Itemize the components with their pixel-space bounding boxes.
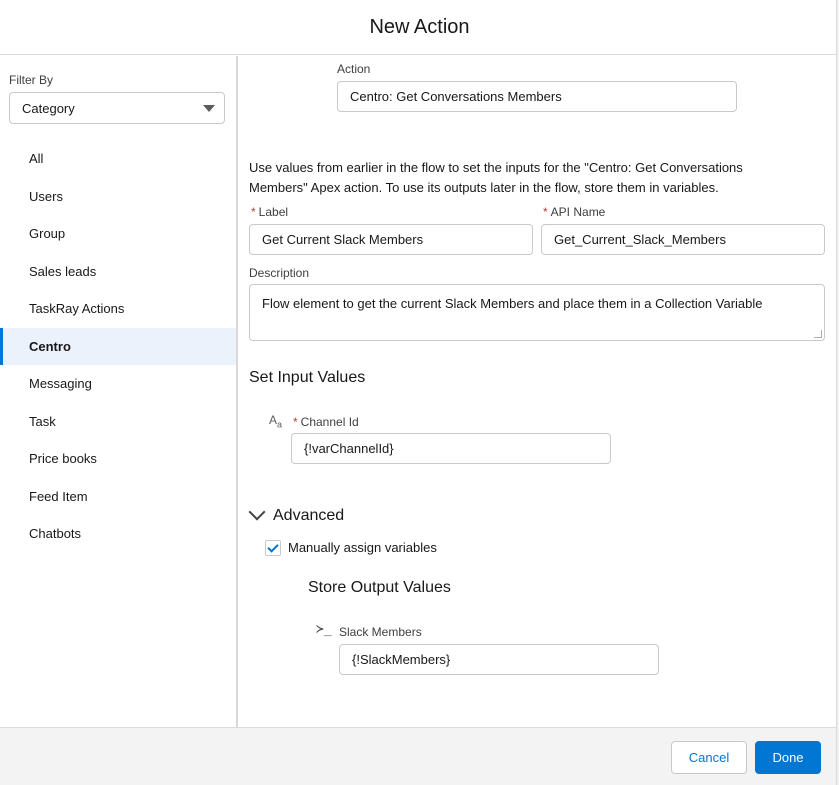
channel-id-field[interactable]: {!varChannelId} [291, 433, 611, 464]
channel-id-label: * Channel Id [293, 415, 359, 429]
required-marker: * [293, 415, 298, 429]
modal-header: New Action [0, 0, 839, 55]
category-item-messaging[interactable]: Messaging [0, 365, 236, 403]
slack-members-field[interactable]: {!SlackMembers} [339, 644, 659, 675]
category-item-taskray-actions[interactable]: TaskRay Actions [0, 290, 236, 328]
category-item-users[interactable]: Users [0, 178, 236, 216]
manual-assign-checkbox[interactable] [265, 540, 281, 556]
description-value: Flow element to get the current Slack Me… [262, 296, 763, 311]
action-form: Action Centro: Get Conversations Members… [240, 56, 836, 727]
chevron-down-icon [203, 105, 215, 112]
api-name-field[interactable]: Get_Current_Slack_Members [541, 224, 825, 255]
category-item-chatbots[interactable]: Chatbots [0, 515, 236, 553]
instructions-text: Use values from earlier in the flow to s… [249, 160, 743, 195]
store-output-values-title: Store Output Values [308, 579, 451, 596]
required-marker: * [543, 205, 548, 219]
category-item-feed-item[interactable]: Feed Item [0, 478, 236, 516]
text-type-icon: Aa [269, 413, 283, 430]
modal-title: New Action [369, 15, 470, 38]
category-item-price-books[interactable]: Price books [0, 440, 236, 478]
filter-by-value: Category [22, 100, 75, 116]
check-icon [267, 541, 279, 553]
action-field[interactable]: Centro: Get Conversations Members [337, 81, 737, 112]
category-list: All Users Group Sales leads TaskRay Acti… [0, 140, 236, 553]
api-name-label: * API Name [543, 205, 606, 219]
modal-footer: Cancel Done [0, 727, 836, 785]
category-item-sales-leads[interactable]: Sales leads [0, 253, 236, 291]
label-field-label: * Label [251, 205, 289, 219]
category-sidebar: Filter By Category All Users Group Sales… [0, 56, 238, 727]
output-variable-icon: ≻_ [316, 622, 332, 637]
manual-assign-label: Manually assign variables [288, 540, 437, 555]
resize-handle-icon[interactable] [814, 330, 822, 338]
description-label: Description [249, 266, 310, 280]
description-field[interactable]: Flow element to get the current Slack Me… [249, 284, 825, 341]
category-item-task[interactable]: Task [0, 403, 236, 441]
cancel-button[interactable]: Cancel [671, 741, 747, 774]
label-field[interactable]: Get Current Slack Members [249, 224, 533, 255]
filter-by-label: Filter By [9, 73, 54, 87]
action-label: Action [337, 62, 371, 76]
required-marker: * [251, 205, 256, 219]
set-input-values-title: Set Input Values [249, 369, 366, 386]
chevron-down-icon[interactable] [248, 503, 266, 521]
category-item-centro[interactable]: Centro [0, 327, 236, 365]
filter-by-select[interactable]: Category [9, 92, 225, 124]
category-item-all[interactable]: All [0, 140, 236, 178]
advanced-section-toggle[interactable]: Advanced [273, 507, 344, 525]
category-item-group[interactable]: Group [0, 215, 236, 253]
slack-members-label: Slack Members [339, 625, 422, 639]
done-button[interactable]: Done [755, 741, 821, 774]
